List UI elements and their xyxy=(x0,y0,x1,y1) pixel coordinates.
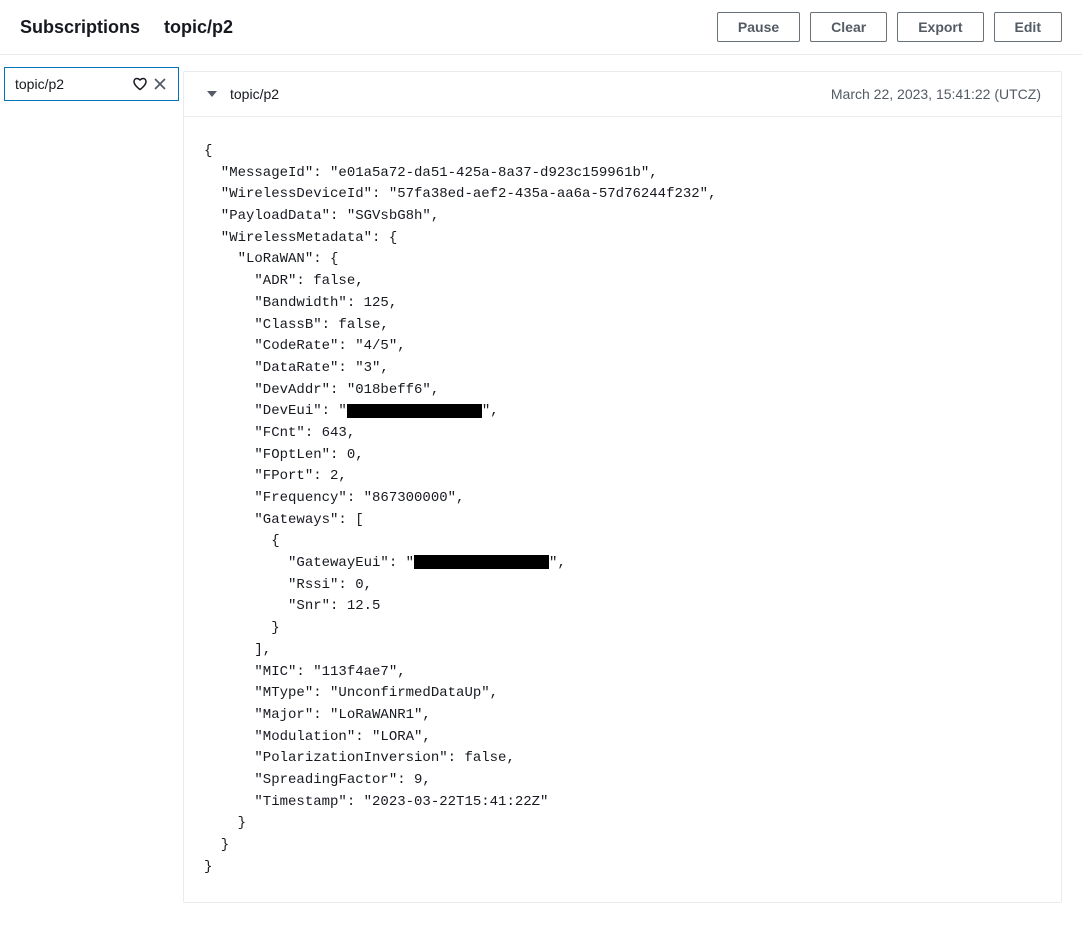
json-line: "LoRaWAN": { xyxy=(204,251,338,267)
sidebar: topic/p2 xyxy=(0,55,183,919)
json-line: "DataRate": "3", xyxy=(204,360,389,376)
content-area: topic/p2 xyxy=(0,55,1082,919)
json-line: "Frequency": "867300000", xyxy=(204,490,464,506)
json-line: "WirelessDeviceId": "57fa38ed-aef2-435a-… xyxy=(204,186,716,202)
json-line: { xyxy=(204,143,212,159)
json-line: "Rssi": 0, xyxy=(204,577,372,593)
clear-button[interactable]: Clear xyxy=(810,12,887,42)
message-header: topic/p2 March 22, 2023, 15:41:22 (UTCZ) xyxy=(184,72,1061,117)
json-line: "Modulation": "LORA", xyxy=(204,729,431,745)
json-line: "Timestamp": "2023-03-22T15:41:22Z" xyxy=(204,794,548,810)
message-topic: topic/p2 xyxy=(230,86,279,102)
json-line: "Bandwidth": 125, xyxy=(204,295,397,311)
json-line: "ADR": false, xyxy=(204,273,364,289)
json-line: "GatewayEui": " xyxy=(204,555,414,571)
subscription-icons xyxy=(132,76,168,92)
json-line: } xyxy=(204,837,229,853)
json-line: "PayloadData": "SGVsbG8h", xyxy=(204,208,439,224)
subscription-item-label: topic/p2 xyxy=(15,76,64,92)
header-left: Subscriptions topic/p2 xyxy=(20,17,233,38)
json-line: "DevAddr": "018beff6", xyxy=(204,382,439,398)
json-line: "MessageId": "e01a5a72-da51-425a-8a37-d9… xyxy=(204,165,658,181)
json-line: "ClassB": false, xyxy=(204,317,389,333)
json-line: "Major": "LoRaWANR1", xyxy=(204,707,431,723)
message-card: topic/p2 March 22, 2023, 15:41:22 (UTCZ)… xyxy=(183,71,1062,903)
json-line: { xyxy=(204,533,280,549)
json-line: "SpreadingFactor": 9, xyxy=(204,772,431,788)
json-line: "FPort": 2, xyxy=(204,468,347,484)
json-line: ", xyxy=(549,555,566,571)
subscriptions-title: Subscriptions xyxy=(20,17,140,38)
json-line: "CodeRate": "4/5", xyxy=(204,338,406,354)
json-line: "MIC": "113f4ae7", xyxy=(204,664,406,680)
json-line: } xyxy=(204,815,246,831)
export-button[interactable]: Export xyxy=(897,12,983,42)
message-timestamp: March 22, 2023, 15:41:22 (UTCZ) xyxy=(831,86,1041,102)
json-line: "FOptLen": 0, xyxy=(204,447,364,463)
heart-icon[interactable] xyxy=(132,76,148,92)
json-line: "PolarizationInversion": false, xyxy=(204,750,515,766)
redacted-gatewayeui xyxy=(414,555,549,569)
redacted-deveui xyxy=(347,404,482,418)
page-header: Subscriptions topic/p2 Pause Clear Expor… xyxy=(0,0,1082,55)
message-header-left: topic/p2 xyxy=(204,86,279,102)
json-line: "MType": "UnconfirmedDataUp", xyxy=(204,685,498,701)
json-line: "DevEui": " xyxy=(204,403,347,419)
json-line: ", xyxy=(482,403,499,419)
json-line: "FCnt": 643, xyxy=(204,425,355,441)
json-line: } xyxy=(204,859,212,875)
topic-title: topic/p2 xyxy=(164,17,233,38)
json-line: } xyxy=(204,620,280,636)
main-panel: topic/p2 March 22, 2023, 15:41:22 (UTCZ)… xyxy=(183,55,1082,919)
edit-button[interactable]: Edit xyxy=(994,12,1062,42)
message-body: { "MessageId": "e01a5a72-da51-425a-8a37-… xyxy=(184,117,1061,902)
json-line: "Gateways": [ xyxy=(204,512,364,528)
json-line: "Snr": 12.5 xyxy=(204,598,380,614)
close-icon[interactable] xyxy=(152,76,168,92)
json-line: "WirelessMetadata": { xyxy=(204,230,397,246)
pause-button[interactable]: Pause xyxy=(717,12,800,42)
caret-down-icon[interactable] xyxy=(204,86,220,102)
subscription-item[interactable]: topic/p2 xyxy=(4,67,179,101)
json-line: ], xyxy=(204,642,271,658)
header-actions: Pause Clear Export Edit xyxy=(717,12,1062,42)
